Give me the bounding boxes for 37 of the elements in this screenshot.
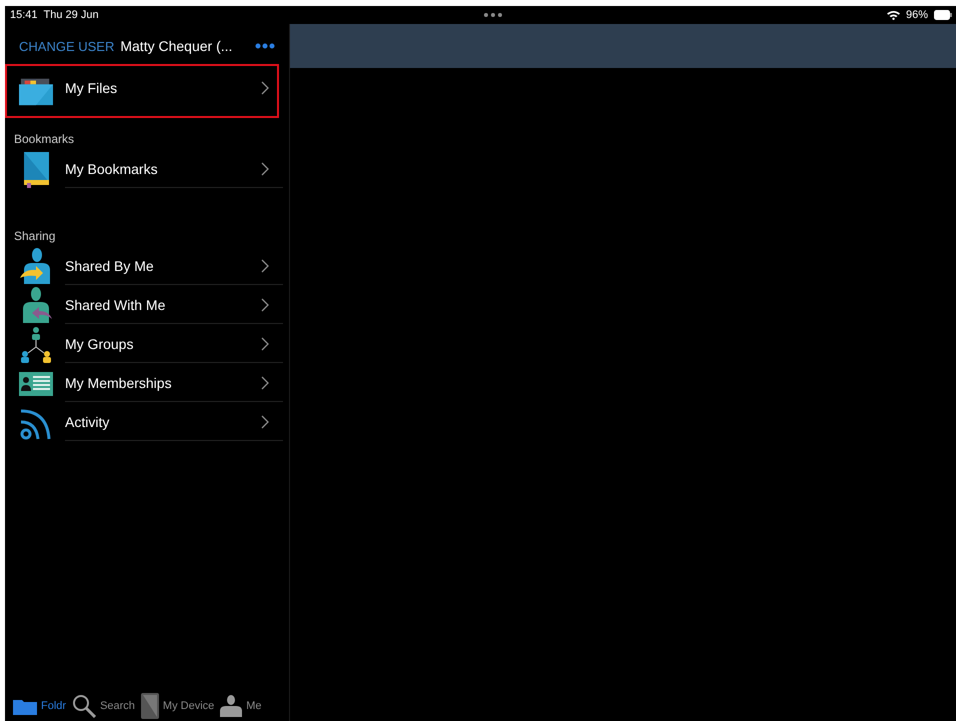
list-item[interactable]: Shared With Me — [5, 286, 289, 325]
chevron-icon — [261, 81, 269, 95]
list-item[interactable]: Shared By Me — [5, 247, 289, 286]
folder-icon — [19, 76, 53, 106]
folder-icon — [13, 698, 37, 714]
wifi-icon — [886, 10, 900, 20]
more-icon[interactable] — [255, 43, 275, 49]
person-share-icon — [19, 248, 53, 286]
chevron-icon — [261, 337, 269, 351]
tab-bar-item[interactable]: Search — [72, 694, 135, 718]
tablet-icon — [140, 693, 159, 719]
change-user-button[interactable]: CHANGE USER — [19, 38, 114, 54]
user-name: Matty Chequer (... — [120, 38, 234, 54]
list-item[interactable]: Activity — [5, 403, 289, 442]
list-item[interactable]: My Groups — [5, 325, 289, 364]
chevron-icon — [261, 259, 269, 273]
chevron-icon — [261, 162, 269, 176]
tab-bar-item[interactable]: Foldr — [13, 698, 66, 714]
list-item[interactable]: My Bookmarks — [5, 150, 289, 189]
battery-percent: 96% — [906, 9, 928, 21]
list-item[interactable]: My Files — [5, 68, 289, 118]
person-icon — [220, 695, 242, 717]
battery-icon — [934, 10, 952, 20]
status-date: Thu 29 Jun — [44, 9, 99, 21]
chevron-icon — [261, 415, 269, 429]
chevron-icon — [261, 298, 269, 312]
tab-bar-item[interactable]: My Device — [140, 693, 214, 719]
list-item[interactable]: My Memberships — [5, 364, 289, 403]
multitask-dots-icon[interactable] — [484, 13, 502, 17]
section-header: Bookmarks — [13, 131, 76, 148]
tab-bar-item[interactable]: Me — [220, 695, 262, 717]
search-icon — [72, 694, 96, 718]
chevron-icon — [261, 376, 269, 390]
group-icon — [19, 326, 53, 364]
status-time: 15:41 — [10, 9, 38, 21]
section-header: Sharing — [13, 228, 56, 245]
id-card-icon — [19, 372, 53, 396]
